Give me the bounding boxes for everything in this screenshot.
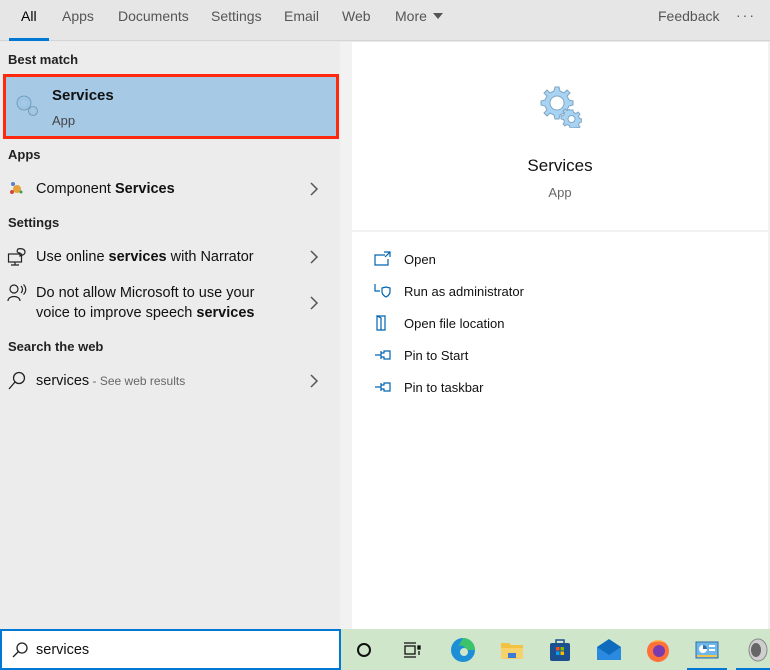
taskbar bbox=[341, 629, 770, 670]
cortana-button[interactable] bbox=[349, 635, 379, 665]
tab-more[interactable]: More bbox=[395, 0, 443, 41]
tab-email[interactable]: Email bbox=[284, 0, 319, 41]
settings-heading: Settings bbox=[8, 215, 60, 230]
services-gear-icon bbox=[540, 86, 582, 128]
pin-icon bbox=[375, 350, 391, 360]
search-web-heading: Search the web bbox=[8, 339, 104, 354]
result-speech-services[interactable]: Do not allow Microsoft to use your voice… bbox=[0, 282, 340, 324]
tab-all[interactable]: All bbox=[9, 0, 48, 41]
control-panel-icon bbox=[695, 641, 719, 659]
action-open-file-location[interactable]: Open file location bbox=[374, 313, 674, 335]
task-view-icon bbox=[404, 642, 421, 658]
chevron-right-icon bbox=[310, 374, 319, 388]
file-explorer-button[interactable] bbox=[497, 635, 527, 665]
firefox-button[interactable] bbox=[643, 635, 673, 665]
caret-down-icon bbox=[432, 13, 443, 19]
taskbar-search-box[interactable] bbox=[0, 629, 341, 670]
search-icon bbox=[12, 642, 28, 658]
best-match-heading: Best match bbox=[8, 52, 79, 67]
best-match-title: Services bbox=[52, 87, 114, 104]
more-options-button[interactable]: ··· bbox=[736, 0, 756, 30]
tab-documents[interactable]: Documents bbox=[118, 0, 189, 41]
result-label: Component Services bbox=[36, 181, 175, 197]
edge-icon bbox=[451, 638, 475, 662]
result-label-line2: voice to improve speech services bbox=[36, 305, 255, 321]
action-pin-to-start[interactable]: Pin to Start bbox=[374, 345, 674, 367]
edge-button[interactable] bbox=[448, 635, 478, 665]
services-gear-icon bbox=[16, 95, 38, 116]
action-label: Pin to Start bbox=[404, 348, 469, 363]
microsoft-store-icon bbox=[550, 639, 570, 661]
pin-icon bbox=[375, 382, 391, 392]
mail-button[interactable] bbox=[594, 635, 624, 665]
speaker-button[interactable] bbox=[736, 635, 770, 670]
result-label: Use online services with Narrator bbox=[36, 249, 254, 265]
action-label: Run as administrator bbox=[404, 284, 524, 299]
tab-settings[interactable]: Settings bbox=[211, 0, 262, 41]
action-label: Open bbox=[404, 252, 436, 267]
component-services-icon bbox=[10, 182, 23, 194]
action-label: Open file location bbox=[404, 316, 505, 331]
admin-shield-icon bbox=[374, 284, 391, 298]
tab-more-label: More bbox=[395, 8, 427, 24]
action-label: Pin to taskbar bbox=[404, 380, 484, 395]
apps-heading: Apps bbox=[8, 147, 41, 162]
task-view-button[interactable] bbox=[396, 635, 426, 665]
control-panel-button[interactable] bbox=[687, 635, 727, 670]
search-filter-bar: All Apps Documents Settings Email Web Mo… bbox=[0, 0, 770, 41]
preview-header: Services App bbox=[352, 42, 768, 230]
open-icon bbox=[374, 251, 391, 266]
best-match-services[interactable]: Services App bbox=[3, 74, 339, 139]
tab-web[interactable]: Web bbox=[342, 0, 371, 41]
speech-icon bbox=[7, 284, 27, 302]
action-run-as-administrator[interactable]: Run as administrator bbox=[374, 281, 674, 303]
best-match-subtitle: App bbox=[52, 113, 76, 128]
chevron-right-icon bbox=[310, 250, 319, 264]
speaker-icon bbox=[748, 638, 768, 662]
search-input[interactable] bbox=[36, 639, 326, 661]
firefox-icon bbox=[647, 640, 669, 662]
result-narrator-online-services[interactable]: Use online services with Narrator bbox=[0, 246, 340, 268]
feedback-button[interactable]: Feedback bbox=[658, 0, 719, 41]
action-pin-to-taskbar[interactable]: Pin to taskbar bbox=[374, 377, 674, 399]
preview-title: Services bbox=[527, 156, 593, 175]
cortana-icon bbox=[357, 643, 371, 657]
search-icon bbox=[8, 371, 26, 390]
result-web-search[interactable]: services - See web results bbox=[0, 370, 340, 392]
chevron-right-icon bbox=[310, 182, 319, 196]
tab-apps[interactable]: Apps bbox=[62, 0, 94, 41]
preview-subtitle: App bbox=[548, 185, 572, 200]
result-label-line1: Do not allow Microsoft to use your bbox=[36, 285, 255, 301]
narrator-icon bbox=[7, 248, 26, 266]
result-label: services - See web results bbox=[36, 373, 186, 389]
microsoft-store-button[interactable] bbox=[545, 635, 575, 665]
mail-icon bbox=[597, 639, 621, 660]
file-location-icon bbox=[376, 315, 386, 331]
preview-actions: Open Run as administrator Open file loca… bbox=[352, 232, 768, 629]
file-explorer-icon bbox=[501, 643, 523, 659]
chevron-right-icon bbox=[310, 296, 319, 310]
action-open[interactable]: Open bbox=[374, 249, 674, 271]
result-component-services[interactable]: Component Services bbox=[0, 178, 340, 200]
results-pane: Best match Services App Apps Component S… bbox=[0, 42, 340, 629]
